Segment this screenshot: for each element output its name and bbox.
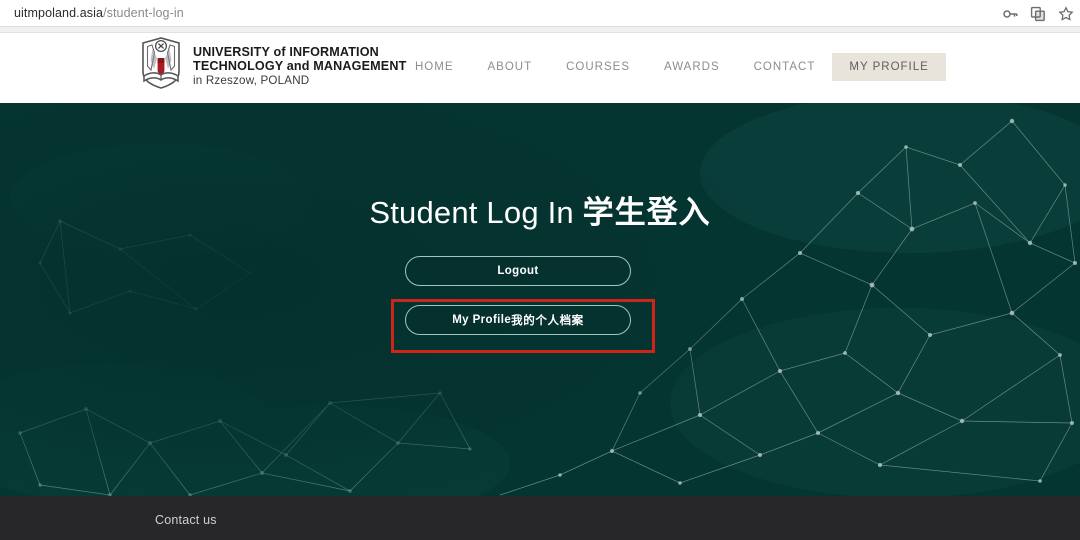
site-footer: Contact us (0, 496, 1080, 540)
site-header: UNIVERSITY of INFORMATION TECHNOLOGY and… (0, 33, 1080, 136)
university-crest-icon (138, 36, 184, 95)
url-path: /student-log-in (103, 6, 184, 20)
url-host: uitmpoland.asia (14, 6, 104, 20)
logo-text: UNIVERSITY of INFORMATION TECHNOLOGY and… (193, 44, 406, 88)
browser-toolbar: uitmpoland.asia/student-log-in (0, 0, 1080, 27)
main-navigation: HOME ABOUT COURSES AWARDS CONTACT MY PRO… (398, 53, 946, 81)
footer-contact-us-link[interactable]: Contact us (155, 513, 217, 527)
nav-item-awards[interactable]: AWARDS (647, 53, 737, 81)
nav-item-my-profile[interactable]: MY PROFILE (832, 53, 946, 81)
nav-item-about[interactable]: ABOUT (471, 53, 550, 81)
toolbar-icons (1001, 0, 1074, 27)
page-title-en: Student Log In (369, 195, 583, 230)
hero-content: Student Log In 学生登入 Logout My Profile 我的… (0, 103, 1080, 496)
nav-item-courses[interactable]: COURSES (549, 53, 647, 81)
nav-item-home[interactable]: HOME (398, 53, 471, 81)
logo-line-1: UNIVERSITY of INFORMATION (193, 44, 379, 59)
key-icon[interactable] (1001, 5, 1018, 22)
url-text: uitmpoland.asia/student-log-in (14, 0, 184, 27)
my-profile-button[interactable]: My Profile 我的个人档案 (405, 305, 631, 335)
logout-button-label: Logout (497, 265, 539, 277)
logo-line-3: in Rzeszow, POLAND (193, 74, 310, 88)
address-bar[interactable]: uitmpoland.asia/student-log-in (14, 0, 184, 27)
logo-line-2: TECHNOLOGY and MANAGEMENT (193, 58, 407, 73)
page-root: uitmpoland.asia/student-log-in UNIVERSIT… (0, 0, 1080, 540)
logout-button[interactable]: Logout (405, 256, 631, 286)
my-profile-button-label-cjk: 我的个人档案 (511, 315, 584, 327)
hero-section: Student Log In 学生登入 Logout My Profile 我的… (0, 103, 1080, 496)
page-title-cjk: 学生登入 (582, 195, 711, 230)
star-icon[interactable] (1057, 5, 1074, 22)
my-profile-button-label-en: My Profile (452, 314, 512, 326)
site-logo[interactable]: UNIVERSITY of INFORMATION TECHNOLOGY and… (138, 36, 406, 95)
nav-item-contact[interactable]: CONTACT (737, 53, 833, 81)
extension-icon[interactable] (1029, 5, 1046, 22)
page-title: Student Log In 学生登入 (0, 187, 1080, 232)
